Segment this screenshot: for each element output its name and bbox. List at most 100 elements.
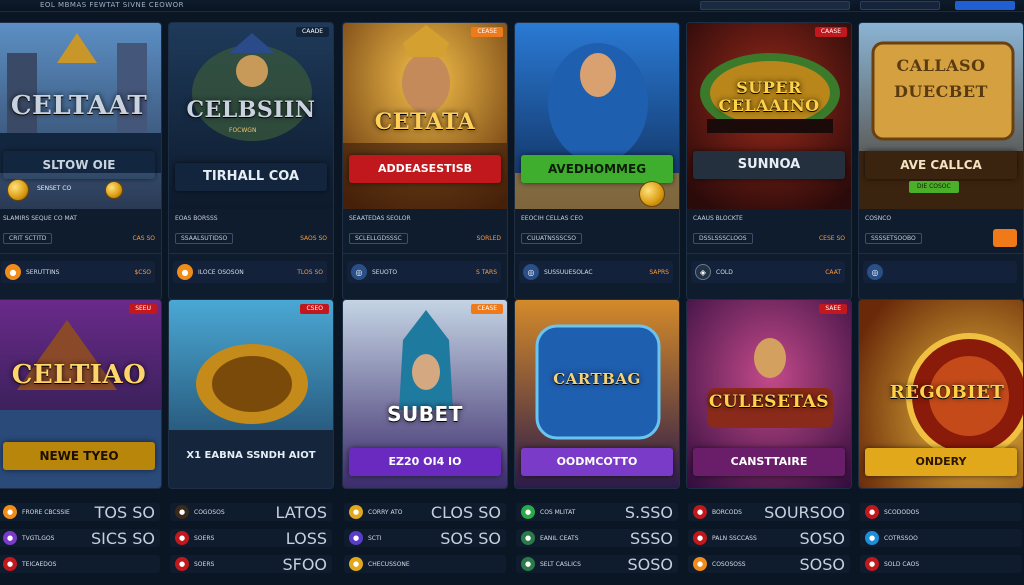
coin-icon bbox=[7, 179, 29, 201]
payment-method-row[interactable]: ● SOLD CAOS bbox=[860, 555, 1022, 573]
card-meta: COSNCO bbox=[865, 215, 892, 222]
search-input[interactable] bbox=[700, 1, 850, 10]
card-info: EOAS BORSSS SSAALSUTIDSO SAOS SO ● ILOCE… bbox=[169, 209, 333, 299]
bonus-chip[interactable]: CUUATNSSSCSO bbox=[521, 232, 582, 244]
payment-method-row[interactable]: ● TEICAEDOS bbox=[0, 555, 160, 573]
promo-banner[interactable]: NEWE TYEO bbox=[3, 442, 155, 470]
coin-icon bbox=[105, 181, 123, 199]
payment-method-icon: ● bbox=[693, 531, 707, 545]
payment-row[interactable]: ◈ COLD CAAT bbox=[691, 261, 845, 283]
bonus-chip[interactable]: CRIT SCTITD bbox=[3, 232, 53, 244]
casino-card-1[interactable]: CELTAAT SLTOW OIE SENSET CO SLAMIRS SEQU… bbox=[0, 22, 162, 300]
payment-method-amount: S.SSO bbox=[624, 502, 673, 522]
bonus-chip[interactable]: DSSLSSSCLOOS bbox=[693, 232, 753, 244]
game-artwork: CARTBAG OODMCOTTO bbox=[515, 300, 679, 488]
payment-method-icon: ● bbox=[865, 531, 879, 545]
casino-card-5[interactable]: CAASE SUPER CELAAINO SUNNOA CAAUS BLOCKT… bbox=[686, 22, 852, 300]
promo-banner[interactable]: SUNNOA bbox=[693, 151, 845, 179]
promo-banner[interactable]: ADDEASESTISB bbox=[349, 155, 501, 183]
card-info: SLAMIRS SEQUE CO MAT CRIT SCTITD CAS SO … bbox=[0, 209, 161, 299]
payment-row[interactable]: ◎ SEUOTO S TARS bbox=[347, 261, 501, 283]
payment-method-label: COGOSOS bbox=[194, 508, 225, 516]
payment-method-row[interactable]: ● TVGTLGOS SICS SO bbox=[0, 529, 160, 548]
payment-method-label: PALN SSCCASS bbox=[712, 534, 757, 542]
casino-logo: CULESETAS bbox=[708, 392, 830, 412]
payment-row[interactable]: ◎ bbox=[863, 261, 1017, 283]
payment-method-icon: ● bbox=[3, 557, 17, 571]
promo-banner[interactable]: SLTOW OIE bbox=[3, 151, 155, 179]
casino-card-3[interactable]: CEASE CETATA ADDEASESTISB SEAATEDAS SEOL… bbox=[342, 22, 508, 300]
payment-label: ILOCE OSOSON bbox=[198, 268, 244, 276]
login-button[interactable] bbox=[860, 1, 940, 10]
divider bbox=[0, 253, 161, 254]
brand-text: EOL MBMAS FEWTAT SIVNE CEOWOR bbox=[40, 1, 185, 9]
promo-banner[interactable]: TIRHALL COA bbox=[175, 163, 327, 191]
divider bbox=[687, 253, 851, 254]
game-artwork: CAASE SUPER CELAAINO SUNNOA bbox=[687, 23, 851, 209]
card-info: SEAATEDAS SEOLOR SCLELLGDSSSC SORLED ◎ S… bbox=[343, 209, 507, 299]
payment-method-row[interactable]: ● COS MLITAT S.SSO bbox=[516, 502, 678, 522]
payment-row[interactable]: ● SERUTTINS $CSO bbox=[1, 261, 155, 283]
payment-method-icon: ● bbox=[865, 557, 879, 571]
promo-banner[interactable]: X1 EABNA SSNDH AIOT bbox=[175, 442, 327, 470]
payment-row[interactable]: ◎ SUSSUUESOLAC SAPRS bbox=[519, 261, 673, 283]
payment-method-row[interactable]: ● SOERS LOSS bbox=[170, 529, 332, 548]
payment-method-label: BORCODS bbox=[712, 508, 742, 516]
payment-amount: SAPRS bbox=[649, 268, 669, 276]
payment-method-icon: ● bbox=[175, 531, 189, 545]
casino-card-9[interactable]: CEASE SUBET EZ20 OI4 IO bbox=[342, 299, 508, 489]
payment-method-icon: ● bbox=[521, 557, 535, 571]
payment-method-label: SOERS bbox=[194, 534, 215, 542]
payment-method-row[interactable]: ● FRORE CBCSSIE TOS SO bbox=[0, 503, 160, 522]
promo-banner[interactable]: AVE CALLCA bbox=[865, 151, 1017, 179]
top-navigation-bar: EOL MBMAS FEWTAT SIVNE CEOWOR bbox=[0, 0, 1024, 12]
payment-method-row[interactable]: ● EANIL CEATS SSSO bbox=[516, 529, 678, 548]
payment-method-row[interactable]: ● COTRSSOO bbox=[860, 529, 1022, 547]
game-artwork: AVEDHOMMEG bbox=[515, 23, 679, 209]
bonus-chip[interactable]: SCLELLGDSSSC bbox=[349, 232, 408, 244]
payment-method-row[interactable]: ● SOERS SFOO bbox=[170, 554, 332, 574]
promo-banner[interactable]: AVEDHOMMEG bbox=[521, 155, 673, 183]
payment-method-row[interactable]: ● COGOSOS LATOS bbox=[170, 503, 332, 522]
payment-method-icon: ● bbox=[521, 505, 535, 519]
promo-banner[interactable]: EZ20 OI4 IO bbox=[349, 448, 501, 476]
game-artwork: CAADE CELBSIIN FOCWGN TIRHALL COA bbox=[169, 23, 333, 209]
casino-card-8[interactable]: CSEO X1 EABNA SSNDH AIOT bbox=[168, 299, 334, 489]
payment-method-icon: ● bbox=[693, 557, 707, 571]
payment-method-row[interactable]: ● SCTI SOS SO bbox=[344, 528, 506, 548]
promo-banner[interactable]: OODMCOTTO bbox=[521, 448, 673, 476]
casino-card-10[interactable]: CARTBAG OODMCOTTO bbox=[514, 299, 680, 489]
payment-method-label: COSOSOSS bbox=[712, 560, 746, 568]
payment-row[interactable]: ● ILOCE OSOSON TLOS SO bbox=[173, 261, 327, 283]
payment-method-row[interactable]: ● CORRY ATO CLOS SO bbox=[344, 503, 506, 522]
casino-card-7[interactable]: SEEU CELTIAO NEWE TYEO bbox=[0, 299, 162, 489]
coin-icon: ● bbox=[177, 264, 193, 280]
casino-card-2[interactable]: CAADE CELBSIIN FOCWGN TIRHALL COA EOAS B… bbox=[168, 22, 334, 300]
payment-method-row[interactable]: ● CHECUSSONE bbox=[344, 555, 506, 573]
payment-method-row[interactable]: ● BORCODS SOURSOO bbox=[688, 503, 850, 522]
payment-method-label: SELT CASLICS bbox=[540, 560, 581, 568]
payment-method-label: SOLD CAOS bbox=[884, 560, 920, 568]
payment-method-row[interactable]: ● SELT CASLICS SOSO bbox=[516, 555, 678, 574]
promo-banner[interactable]: ONDERY bbox=[865, 448, 1017, 476]
claim-button[interactable] bbox=[993, 229, 1017, 247]
banner-subtitle: DIE COSOC bbox=[909, 181, 959, 193]
casino-logo: CALLASO DUECBET bbox=[894, 56, 988, 101]
promo-banner[interactable]: CANSTTAIRE bbox=[693, 448, 845, 476]
payment-method-row[interactable]: ● COSOSOSS SOSO bbox=[688, 555, 850, 574]
casino-card-11[interactable]: SAEE CULESETAS CANSTTAIRE bbox=[686, 299, 852, 489]
game-artwork: SAEE CULESETAS CANSTTAIRE bbox=[687, 300, 851, 488]
casino-card-6[interactable]: CALLASO DUECBET AVE CALLCA DIE COSOC COS… bbox=[858, 22, 1024, 300]
payment-method-amount: SOS SO bbox=[440, 528, 501, 548]
signup-button[interactable] bbox=[955, 1, 1015, 10]
payment-method-amount: SFOO bbox=[282, 554, 327, 574]
payment-method-icon: ● bbox=[175, 505, 189, 519]
payment-method-icon: ● bbox=[349, 505, 363, 519]
bonus-chip[interactable]: SSSSETSOOBO bbox=[865, 232, 922, 244]
casino-card-4[interactable]: AVEDHOMMEG EEOCIH CELLAS CEO CUUATNSSSCS… bbox=[514, 22, 680, 300]
game-artwork: REGOBIET ONDERY bbox=[859, 300, 1023, 488]
bonus-chip[interactable]: SSAALSUTIDSO bbox=[175, 232, 234, 244]
payment-method-row[interactable]: ● SCODODOS bbox=[860, 503, 1022, 521]
casino-card-12[interactable]: REGOBIET ONDERY bbox=[858, 299, 1024, 489]
payment-method-row[interactable]: ● PALN SSCCASS SOSO bbox=[688, 529, 850, 548]
